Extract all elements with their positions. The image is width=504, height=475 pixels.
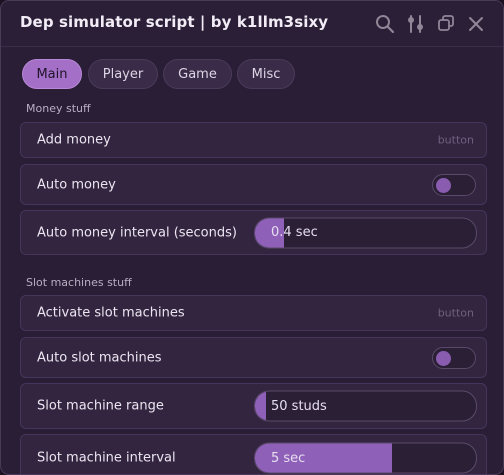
window-title: Dep simulator script | by k1llm3sixy [20, 13, 329, 31]
auto-money-label: Auto money [37, 177, 116, 192]
add-money-button[interactable]: Add money button [20, 122, 487, 158]
titlebar[interactable]: Dep simulator script | by k1llm3sixy [1, 1, 503, 47]
toggle-knob [436, 177, 451, 193]
activate-slot-machines-button[interactable]: Activate slot machines button [20, 295, 487, 331]
slot-machine-interval-slider[interactable]: 5 sec [254, 442, 477, 474]
slot-machine-interval-row: Slot machine interval 5 sec [20, 434, 487, 474]
slot-machine-interval-label: Slot machine interval [37, 450, 176, 466]
auto-money-interval-row: Auto money interval (seconds) 0.4 sec [20, 210, 487, 255]
activate-slot-machines-hint: button [437, 306, 474, 320]
slider-fill [255, 391, 267, 421]
section-money-label: Money stuff [26, 102, 91, 115]
tab-main[interactable]: Main [22, 59, 82, 89]
tab-game[interactable]: Game [163, 59, 232, 89]
auto-money-row: Auto money [20, 164, 487, 205]
slot-machine-range-slider[interactable]: 50 studs [254, 390, 477, 422]
slot-machine-range-label: Slot machine range [37, 398, 164, 414]
auto-money-toggle[interactable] [432, 173, 476, 196]
add-money-hint: button [437, 133, 474, 147]
auto-slot-machines-row: Auto slot machines [20, 337, 487, 378]
close-icon[interactable] [465, 13, 487, 35]
search-icon[interactable] [374, 13, 396, 35]
activate-slot-machines-label: Activate slot machines [37, 305, 185, 321]
slot-machine-range-row: Slot machine range 50 studs [20, 383, 487, 429]
slider-value: 50 studs [271, 398, 327, 414]
script-window: Dep simulator script | by k1llm3sixy Mai… [0, 0, 504, 475]
auto-slot-machines-toggle[interactable] [432, 346, 476, 369]
tab-misc[interactable]: Misc [237, 59, 295, 89]
tab-player[interactable]: Player [88, 59, 158, 89]
sliders-icon[interactable] [405, 13, 427, 35]
add-money-label: Add money [37, 132, 111, 148]
auto-money-interval-label: Auto money interval (seconds) [37, 225, 237, 240]
auto-money-interval-slider[interactable]: 0.4 sec [254, 217, 477, 248]
slider-value: 0.4 sec [271, 225, 318, 240]
section-slots-label: Slot machines stuff [26, 276, 132, 289]
toggle-knob [436, 350, 451, 366]
slider-value: 5 sec [271, 450, 306, 466]
restore-icon[interactable] [435, 13, 457, 35]
auto-slot-machines-label: Auto slot machines [37, 350, 162, 365]
